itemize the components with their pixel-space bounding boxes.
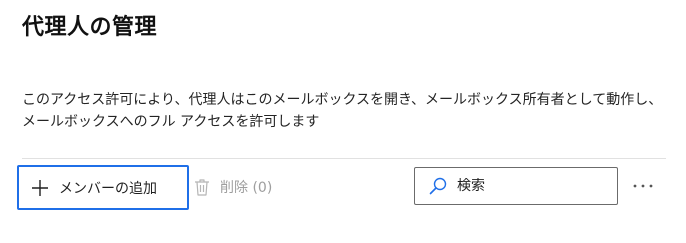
plus-icon: [32, 179, 48, 196]
more-options-button[interactable]: [628, 174, 658, 198]
delete-label: 削除 (0): [220, 180, 273, 196]
search-box[interactable]: [414, 167, 618, 205]
divider: [22, 158, 666, 159]
search-icon: [429, 177, 447, 195]
delete-button[interactable]: 削除 (0): [192, 172, 272, 202]
more-horizontal-icon: [633, 184, 653, 188]
trash-icon: [195, 179, 209, 196]
page-title: 代理人の管理: [22, 15, 158, 40]
add-member-button[interactable]: メンバーの追加: [17, 165, 189, 210]
page-description: このアクセス許可により、代理人はこのメールボックスを開き、メールボックス所有者と…: [22, 92, 663, 130]
search-input[interactable]: [457, 178, 607, 194]
add-member-label: メンバーの追加: [59, 180, 157, 197]
